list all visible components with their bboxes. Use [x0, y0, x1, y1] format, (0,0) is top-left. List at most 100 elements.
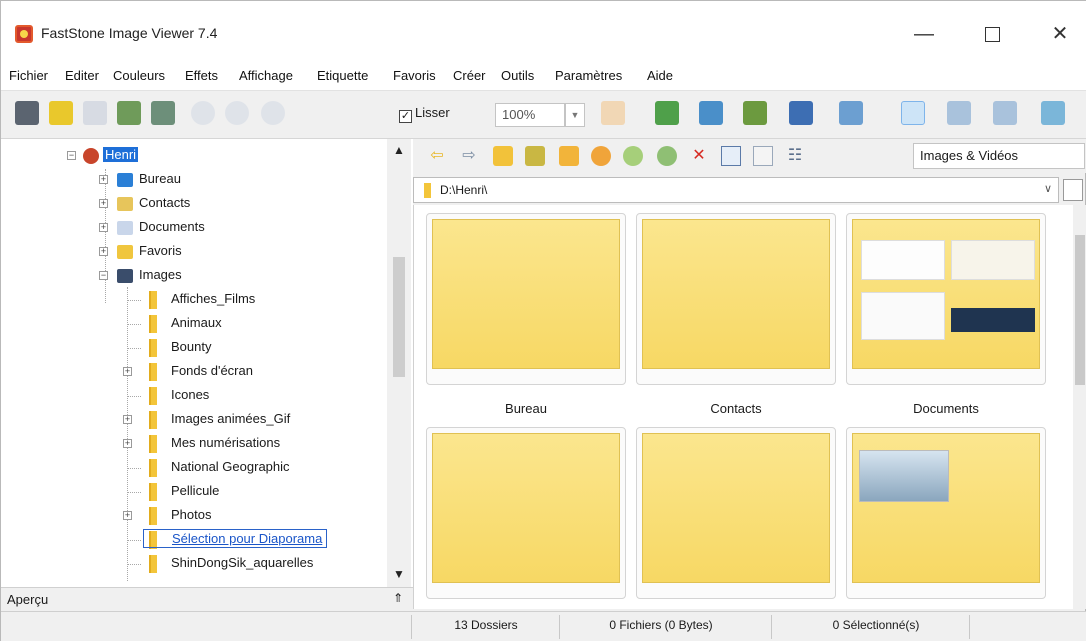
tree-label: Henri [103, 147, 139, 162]
scrollbar-thumb[interactable] [393, 257, 405, 377]
document-preview-image [951, 240, 1035, 280]
acquire-icon[interactable] [15, 101, 39, 125]
clipboard-icon[interactable] [1063, 179, 1083, 201]
smooth-checkbox[interactable]: ✓ Lisser [399, 105, 450, 123]
scroll-down-icon[interactable]: ▼ [393, 567, 405, 581]
fullscreen-view-icon[interactable] [993, 101, 1017, 125]
status-divider [771, 615, 772, 639]
list-view-icon[interactable] [753, 146, 773, 166]
delete-icon[interactable]: ✕ [689, 146, 709, 166]
folder-icon [149, 291, 157, 309]
batch-rename-icon[interactable] [789, 101, 813, 125]
expand-icon[interactable]: + [99, 247, 108, 256]
zoom-out-icon[interactable] [225, 101, 249, 125]
tree-line [127, 468, 141, 469]
menu-couleurs[interactable]: Couleurs [113, 68, 165, 83]
folder-thumbnail [642, 433, 830, 583]
photo-preview-image [859, 450, 949, 502]
address-bar[interactable]: D:\Henri\ ∨ [413, 177, 1059, 203]
thumbnail-folder[interactable] [636, 427, 836, 599]
expand-icon[interactable]: + [99, 175, 108, 184]
tree-label-selected: Sélection pour Diaporama [143, 529, 328, 548]
thumbnail-folder[interactable] [846, 427, 1046, 599]
folder-thumbnail [852, 219, 1040, 369]
thumbnail-documents[interactable] [846, 213, 1046, 385]
tree-line [127, 492, 141, 493]
tree-line [127, 324, 141, 325]
tree-label: Fonds d'écran [171, 363, 253, 378]
hand-tool-icon[interactable] [601, 101, 625, 125]
actual-size-icon[interactable] [261, 101, 285, 125]
folder-icon [149, 555, 157, 573]
scroll-up-icon[interactable]: ▲ [393, 143, 405, 157]
path-dropdown-icon[interactable]: ∨ [1044, 182, 1052, 195]
maximize-button[interactable] [969, 17, 1015, 51]
menu-effets[interactable]: Effets [185, 68, 218, 83]
menu-etiquette[interactable]: Etiquette [317, 68, 368, 83]
parent-folder-icon[interactable] [493, 146, 513, 166]
user-folder-icon [83, 148, 99, 164]
refresh-icon[interactable] [623, 146, 643, 166]
menu-editer[interactable]: Editer [65, 68, 99, 83]
open-folder-icon[interactable] [49, 101, 73, 125]
menu-favoris[interactable]: Favoris [393, 68, 436, 83]
zoom-input[interactable]: 100% [495, 103, 565, 127]
tree-line [127, 540, 141, 541]
expand-icon[interactable]: + [123, 511, 132, 520]
thumbnail-scrollbar[interactable] [1073, 205, 1086, 609]
tree-label: National Geographic [171, 459, 290, 474]
save-icon[interactable] [83, 101, 107, 125]
expand-icon[interactable]: + [123, 415, 132, 424]
menu-fichier[interactable]: Fichier [9, 68, 48, 83]
zoom-in-icon[interactable] [191, 101, 215, 125]
scrollbar-thumb[interactable] [1075, 235, 1085, 385]
collapse-icon[interactable]: − [99, 271, 108, 280]
compare-icon[interactable] [699, 101, 723, 125]
back-arrow-icon[interactable]: ⇦ [427, 146, 447, 166]
expand-icon[interactable]: + [99, 223, 108, 232]
copy-to-icon[interactable] [657, 146, 677, 166]
desktop-icon[interactable] [525, 146, 545, 166]
zoom-dropdown-icon[interactable]: ▼ [565, 103, 585, 127]
thumbnail-bureau[interactable] [426, 213, 626, 385]
menu-affichage[interactable]: Affichage [239, 68, 293, 83]
slideshow-icon[interactable] [743, 101, 767, 125]
thumbnail-view-icon[interactable] [901, 101, 925, 125]
minimize-button[interactable]: — [901, 17, 947, 51]
tree-label: Favoris [139, 243, 182, 258]
menu-outils[interactable]: Outils [501, 68, 534, 83]
expand-icon[interactable]: + [99, 199, 108, 208]
tree-label: Affiches_Films [171, 291, 256, 306]
history-icon[interactable] [591, 146, 611, 166]
preview-view-icon[interactable] [947, 101, 971, 125]
favorites-icon[interactable] [559, 146, 579, 166]
thumbnail-grid: Bureau Contacts Documents [413, 205, 1073, 609]
expand-icon[interactable]: + [123, 439, 132, 448]
expand-icon[interactable]: + [123, 367, 132, 376]
details-view-icon[interactable] [721, 146, 741, 166]
window-title: FastStone Image Viewer 7.4 [41, 25, 218, 41]
menu-creer[interactable]: Créer [453, 68, 486, 83]
close-button[interactable]: ✕ [1037, 17, 1083, 51]
folder-icon [149, 387, 157, 405]
tree-line [127, 396, 141, 397]
grid-settings-icon[interactable]: ☷ [785, 146, 805, 166]
menu-aide[interactable]: Aide [647, 68, 673, 83]
file-filter-select[interactable]: Images & Vidéos [913, 143, 1085, 169]
expand-preview-icon[interactable]: ⇑ [393, 591, 403, 605]
menu-parametres[interactable]: Paramètres [555, 68, 622, 83]
collapse-icon[interactable]: − [67, 151, 76, 160]
screen-capture-icon[interactable] [839, 101, 863, 125]
tree-scrollbar[interactable]: ▲ ▼ [387, 139, 411, 587]
thumbnail-contacts[interactable] [636, 213, 836, 385]
thumbnail-label: Documents [913, 401, 979, 416]
thumbnail-folder[interactable] [426, 427, 626, 599]
filmstrip-icon[interactable] [655, 101, 679, 125]
forward-arrow-icon[interactable]: ⇨ [459, 146, 479, 166]
email-icon[interactable] [117, 101, 141, 125]
preview-label: Aperçu [7, 592, 49, 607]
menu-bar: Fichier Editer Couleurs Effets Affichage… [1, 61, 1086, 91]
preview-panel-header[interactable]: Aperçu ⇑ [1, 587, 413, 611]
print-icon[interactable] [151, 101, 175, 125]
fit-window-icon[interactable] [1041, 101, 1065, 125]
